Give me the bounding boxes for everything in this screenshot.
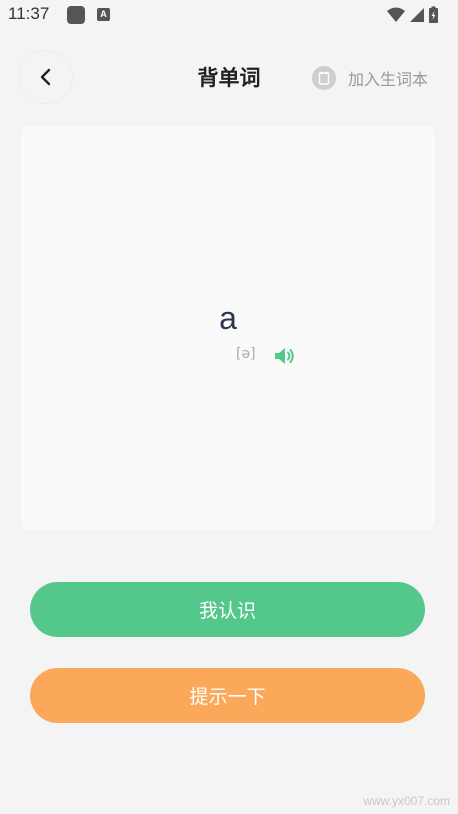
speaker-icon [275, 348, 294, 364]
know-button[interactable]: 我认识 [30, 582, 425, 637]
back-button[interactable] [20, 51, 72, 103]
chevron-left-icon [40, 68, 51, 86]
a-notification-icon: A [97, 8, 110, 21]
status-time: 11:37 [8, 4, 50, 23]
add-to-vocabulary-button[interactable]: 加入生词本 [311, 65, 428, 91]
pronunciation-button[interactable] [273, 344, 297, 368]
hint-button[interactable]: 提示一下 [30, 668, 425, 723]
add-to-vocabulary-label: 加入生词本 [347, 70, 428, 89]
phonetic-text: [ə] [236, 346, 256, 362]
watermark: www.yx007.com [363, 794, 450, 808]
signal-icon [410, 8, 424, 22]
status-bar: 11:37 A [0, 0, 458, 30]
word-text: a [219, 300, 237, 336]
notebook-icon [311, 66, 336, 90]
battery-charging-icon [429, 6, 438, 23]
header: 背单词 加入生词本 [0, 48, 458, 108]
wifi-icon [387, 7, 405, 22]
word-card: a [ə] [21, 126, 435, 530]
app-notification-icon [67, 6, 85, 24]
system-icons [386, 5, 448, 25]
